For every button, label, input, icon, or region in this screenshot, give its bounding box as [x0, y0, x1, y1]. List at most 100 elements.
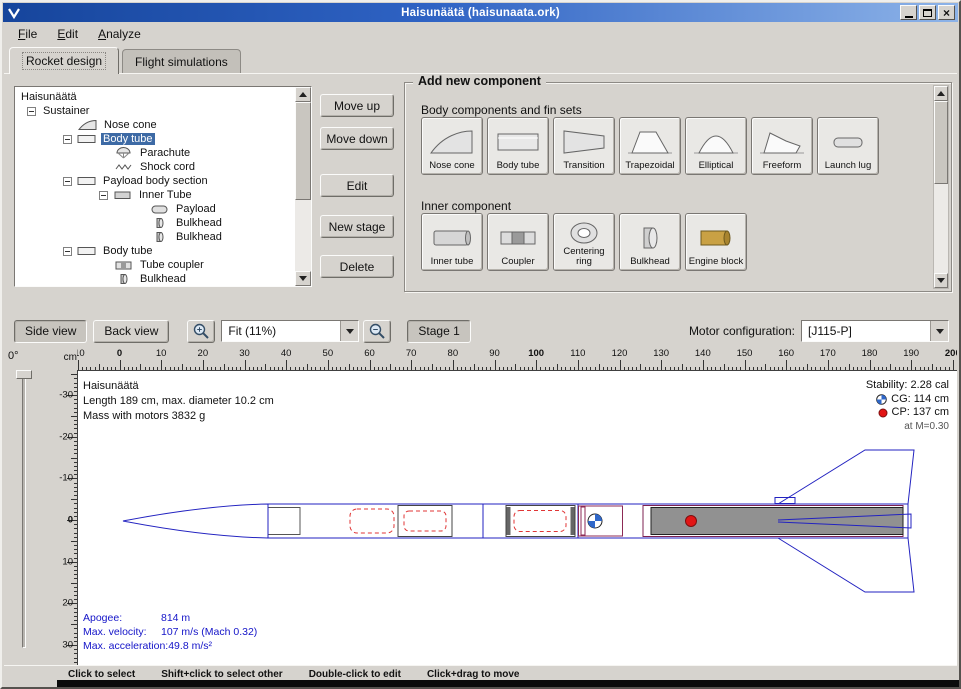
centering-ring-icon — [562, 218, 606, 247]
move-up-button[interactable]: Move up — [320, 94, 394, 117]
component-button-bulkhead[interactable]: Bulkhead — [619, 213, 681, 271]
scroll-up-button[interactable] — [295, 87, 311, 102]
tree-item-body-tube-2[interactable]: Body tube — [15, 244, 295, 258]
tab-label: Flight simulations — [135, 55, 228, 69]
menu-file[interactable]: File — [12, 25, 43, 43]
arrow-up-icon — [299, 92, 307, 97]
tree-item-parachute[interactable]: Parachute — [15, 146, 295, 160]
component-button-trapezoidal-fin[interactable]: Trapezoidal — [619, 117, 681, 175]
menu-analyze[interactable]: Analyze — [92, 25, 147, 43]
cg-value: CG: 114 cm — [891, 393, 949, 407]
tree-item-label-selected: Body tube — [101, 133, 155, 145]
inner-component-label: Inner component — [421, 199, 511, 213]
tree-item-label: Body tube — [101, 245, 155, 257]
component-button-transition[interactable]: Transition — [553, 117, 615, 175]
engine-block-icon — [694, 218, 738, 257]
view-toolbar: Side view Back view Fit (11%) Stage 1 Mo… — [4, 318, 957, 344]
collapse-toggle-icon[interactable] — [63, 247, 72, 256]
tree-item-label: Inner Tube — [137, 189, 194, 201]
motor-configuration-combo[interactable]: [J115-P] — [801, 320, 949, 342]
tree-item-body-tube[interactable]: Body tube — [15, 132, 295, 146]
collapse-toggle-icon[interactable] — [99, 191, 108, 200]
zoom-in-button[interactable] — [187, 320, 215, 343]
component-label: Elliptical — [699, 161, 734, 171]
zoom-out-icon — [368, 322, 386, 340]
scroll-up-button[interactable] — [934, 86, 948, 101]
tree-item-bulkhead[interactable]: Bulkhead — [15, 216, 295, 230]
body-tube-icon — [77, 245, 97, 257]
component-label: Launch lug — [825, 161, 871, 171]
component-panel-scrollbar[interactable] — [933, 85, 949, 289]
zoom-level-combo[interactable]: Fit (11%) — [221, 320, 359, 342]
cg-marker — [588, 514, 602, 528]
scrollbar-thumb[interactable] — [295, 102, 311, 200]
tree-item-tube-coupler[interactable]: Tube coupler — [15, 258, 295, 272]
component-button-inner-tube[interactable]: Inner tube — [421, 213, 483, 271]
tree-item-nose-cone[interactable]: Nose cone — [15, 118, 295, 132]
tree-item-inner-tube[interactable]: Inner Tube — [15, 188, 295, 202]
collapse-toggle-icon[interactable] — [27, 107, 36, 116]
tree-item-payload[interactable]: Payload — [15, 202, 295, 216]
tree-item-shock-cord[interactable]: Shock cord — [15, 160, 295, 174]
inner-tube-icon — [430, 218, 474, 257]
zoom-out-button[interactable] — [363, 320, 391, 343]
stage-1-toggle[interactable]: Stage 1 — [407, 320, 470, 343]
component-button-coupler[interactable]: Coupler — [487, 213, 549, 271]
component-button-body-tube[interactable]: Body tube — [487, 117, 549, 175]
tree-item-sustainer[interactable]: Sustainer — [15, 104, 295, 118]
rotation-angle-label: 0° — [8, 350, 19, 362]
inner-components-row: Inner tube Coupler Centering ring Bulkhe… — [421, 213, 747, 271]
app-icon — [7, 6, 21, 20]
scroll-down-button[interactable] — [295, 271, 311, 286]
rotation-slider[interactable] — [22, 372, 26, 648]
tree-item-payload-body-section[interactable]: Payload body section — [15, 174, 295, 188]
combo-arrow-button[interactable] — [340, 321, 358, 341]
tree-item-rocket[interactable]: Haisunäätä — [15, 90, 295, 104]
new-stage-button[interactable]: New stage — [320, 215, 394, 238]
component-tree-panel: Haisunäätä Sustainer Nose cone Body tube… — [14, 86, 312, 287]
side-view-button[interactable]: Side view — [14, 320, 87, 343]
scrollbar-thumb[interactable] — [934, 101, 948, 184]
component-button-centering-ring[interactable]: Centering ring — [553, 213, 615, 271]
component-button-engine-block[interactable]: Engine block — [685, 213, 747, 271]
max-velocity-value: 107 m/s (Mach 0.32) — [161, 626, 257, 638]
freeform-fin-icon — [760, 122, 804, 161]
minimize-button[interactable] — [900, 5, 917, 20]
component-button-freeform-fin[interactable]: Freeform — [751, 117, 813, 175]
body-tube-icon — [77, 133, 97, 145]
edit-button[interactable]: Edit — [320, 174, 394, 197]
back-view-button[interactable]: Back view — [93, 320, 169, 343]
body-components-row: Nose cone Body tube Transition Trapezoid… — [421, 117, 879, 175]
tab-rocket-design[interactable]: Rocket design — [9, 47, 119, 74]
tree-item-bulkhead[interactable]: Bulkhead — [15, 230, 295, 244]
stability-block: Stability: 2.28 cal CG: 114 cm CP: 137 c… — [866, 379, 949, 433]
tree-item-label: Bulkhead — [174, 231, 224, 243]
tree-item-label: Payload body section — [101, 175, 210, 187]
move-down-button[interactable]: Move down — [320, 127, 394, 150]
close-icon: × — [943, 8, 950, 18]
tree-scrollbar[interactable] — [295, 87, 311, 286]
scroll-down-button[interactable] — [934, 273, 948, 288]
delete-button[interactable]: Delete — [320, 255, 394, 278]
rotation-slider-handle[interactable] — [16, 370, 32, 379]
rocket-info-block: Haisunäätä Length 189 cm, max. diameter … — [83, 379, 274, 424]
rocket-canvas[interactable]: Haisunäätä Length 189 cm, max. diameter … — [77, 370, 957, 665]
rocket-mass: Mass with motors 3832 g — [83, 409, 274, 424]
titlebar[interactable]: Haisunäätä (haisunaata.ork) × — [3, 3, 958, 22]
maximize-button[interactable] — [919, 5, 936, 20]
component-button-nose-cone[interactable]: Nose cone — [421, 117, 483, 175]
collapse-toggle-icon[interactable] — [63, 177, 72, 186]
nose-cone-icon — [430, 122, 474, 161]
component-button-elliptical-fin[interactable]: Elliptical — [685, 117, 747, 175]
component-button-launch-lug[interactable]: Launch lug — [817, 117, 879, 175]
tree-item-bulkhead[interactable]: Bulkhead — [15, 272, 295, 286]
scrollbar-track[interactable] — [295, 102, 311, 271]
body-tube-icon — [496, 122, 540, 161]
scrollbar-track[interactable] — [934, 101, 948, 273]
combo-arrow-button[interactable] — [930, 321, 948, 341]
rocket-name: Haisunäätä — [83, 379, 274, 394]
close-button[interactable]: × — [938, 5, 955, 20]
tab-flight-simulations[interactable]: Flight simulations — [122, 49, 241, 73]
menu-edit[interactable]: Edit — [51, 25, 84, 43]
collapse-toggle-icon[interactable] — [63, 135, 72, 144]
